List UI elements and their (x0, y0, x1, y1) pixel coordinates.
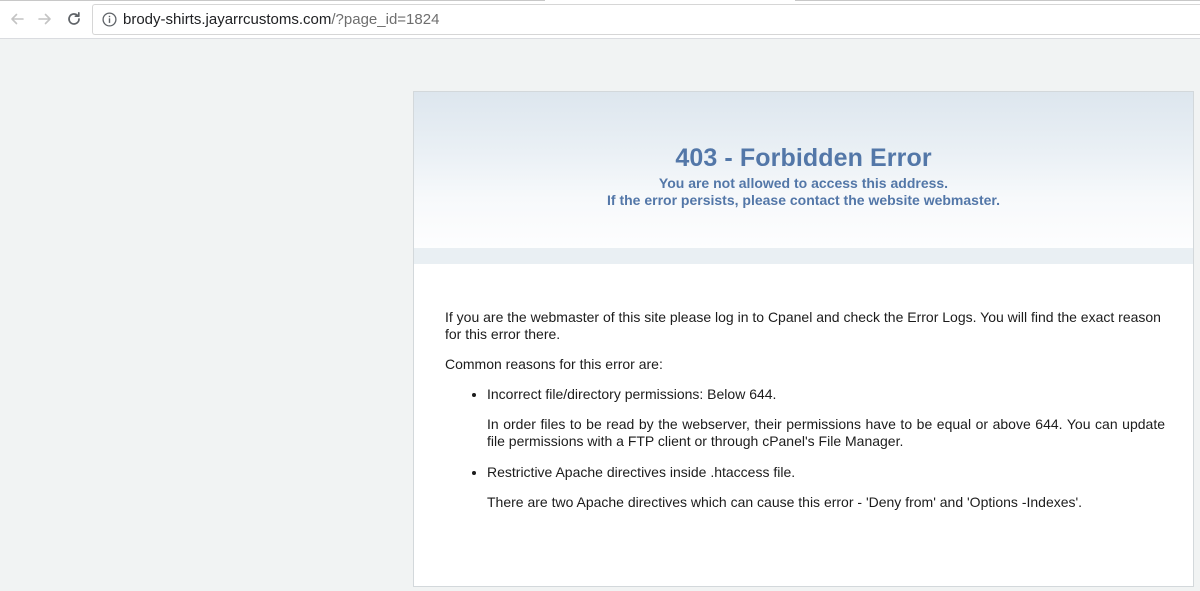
error-subtitle-line2: If the error persists, please contact th… (607, 192, 1000, 208)
error-subtitle-line1: You are not allowed to access this addre… (658, 175, 949, 191)
error-title: 403 - Forbidden Error (675, 144, 932, 172)
reasons-list: Incorrect file/directory permissions: Be… (445, 386, 1165, 511)
info-icon[interactable] (102, 12, 117, 27)
list-item: Restrictive Apache directives inside .ht… (487, 464, 1165, 511)
error-panel: 403 - Forbidden Error You are not allowe… (413, 91, 1194, 587)
list-item: Incorrect file/directory permissions: Be… (487, 386, 1165, 450)
reason-title: Restrictive Apache directives inside .ht… (487, 464, 796, 480)
url-path: /?page_id=1824 (331, 11, 440, 28)
back-arrow-icon[interactable] (6, 8, 28, 30)
error-content: If you are the webmaster of this site pl… (445, 309, 1165, 525)
intro-text: If you are the webmaster of this site pl… (445, 309, 1161, 342)
tab-strip-edge (0, 0, 1200, 2)
common-reasons-heading: Common reasons for this error are: (445, 356, 663, 372)
address-bar[interactable]: brody-shirts.jayarrcustoms.com/?page_id=… (92, 4, 1200, 35)
reason-title: Incorrect file/directory permissions: Be… (487, 386, 777, 402)
reload-icon[interactable] (63, 8, 85, 30)
browser-toolbar: brody-shirts.jayarrcustoms.com/?page_id=… (0, 0, 1200, 39)
header-band (414, 248, 1193, 264)
url-host: brody-shirts.jayarrcustoms.com (123, 11, 332, 28)
url-text[interactable]: brody-shirts.jayarrcustoms.com/?page_id=… (123, 11, 439, 28)
forward-arrow-icon[interactable] (34, 8, 56, 30)
reason-detail: There are two Apache directives which ca… (487, 494, 1083, 510)
reason-detail: In order files to be read by the webserv… (487, 416, 1165, 449)
